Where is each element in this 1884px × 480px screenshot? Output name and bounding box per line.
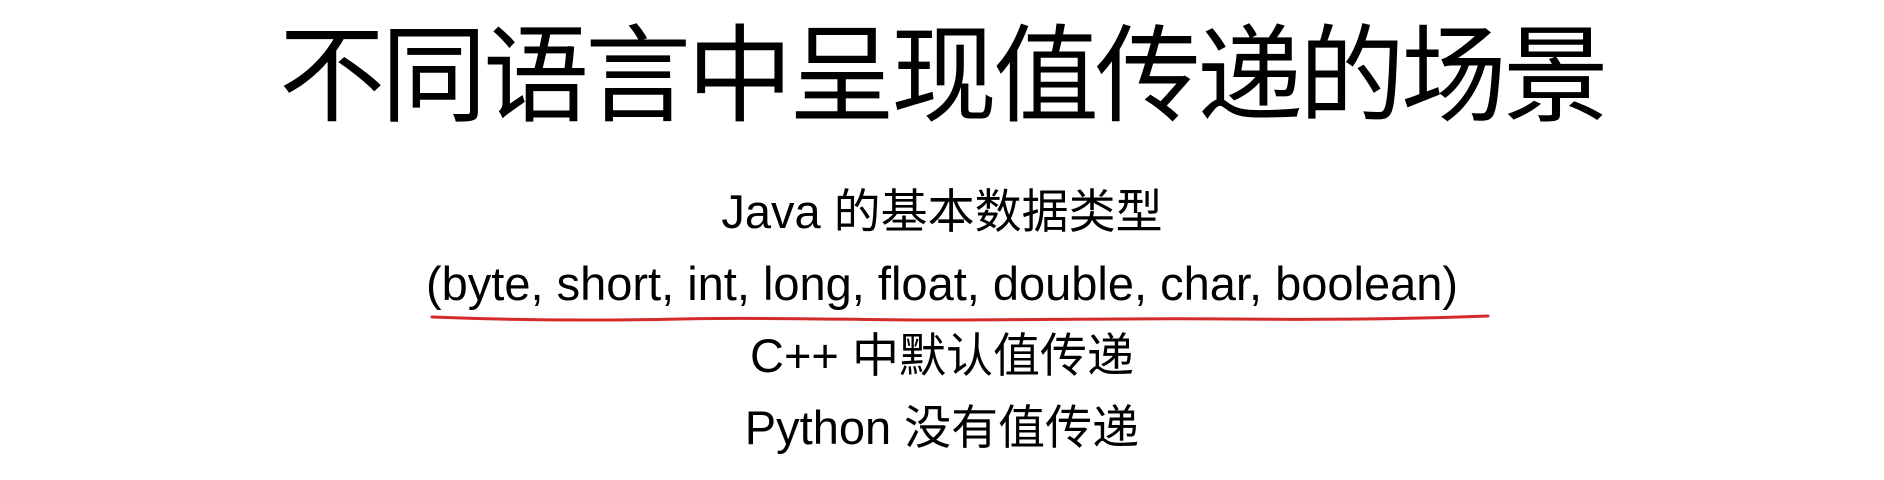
java-primitive-types-heading: Java 的基本数据类型 [721,185,1163,238]
cpp-default-pass-by-value: C++ 中默认值传递 [750,329,1134,382]
handwritten-underline-annotation [430,314,1490,322]
python-no-pass-by-value: Python 没有值传递 [744,401,1140,454]
slide: 不同语言中呈现值传递的场景 Java 的基本数据类型 (byte, short,… [0,0,1884,480]
java-primitive-types-list: (byte, short, int, long, float, double, … [425,257,1459,310]
slide-title: 不同语言中呈现值传递的场景 [279,15,1609,138]
